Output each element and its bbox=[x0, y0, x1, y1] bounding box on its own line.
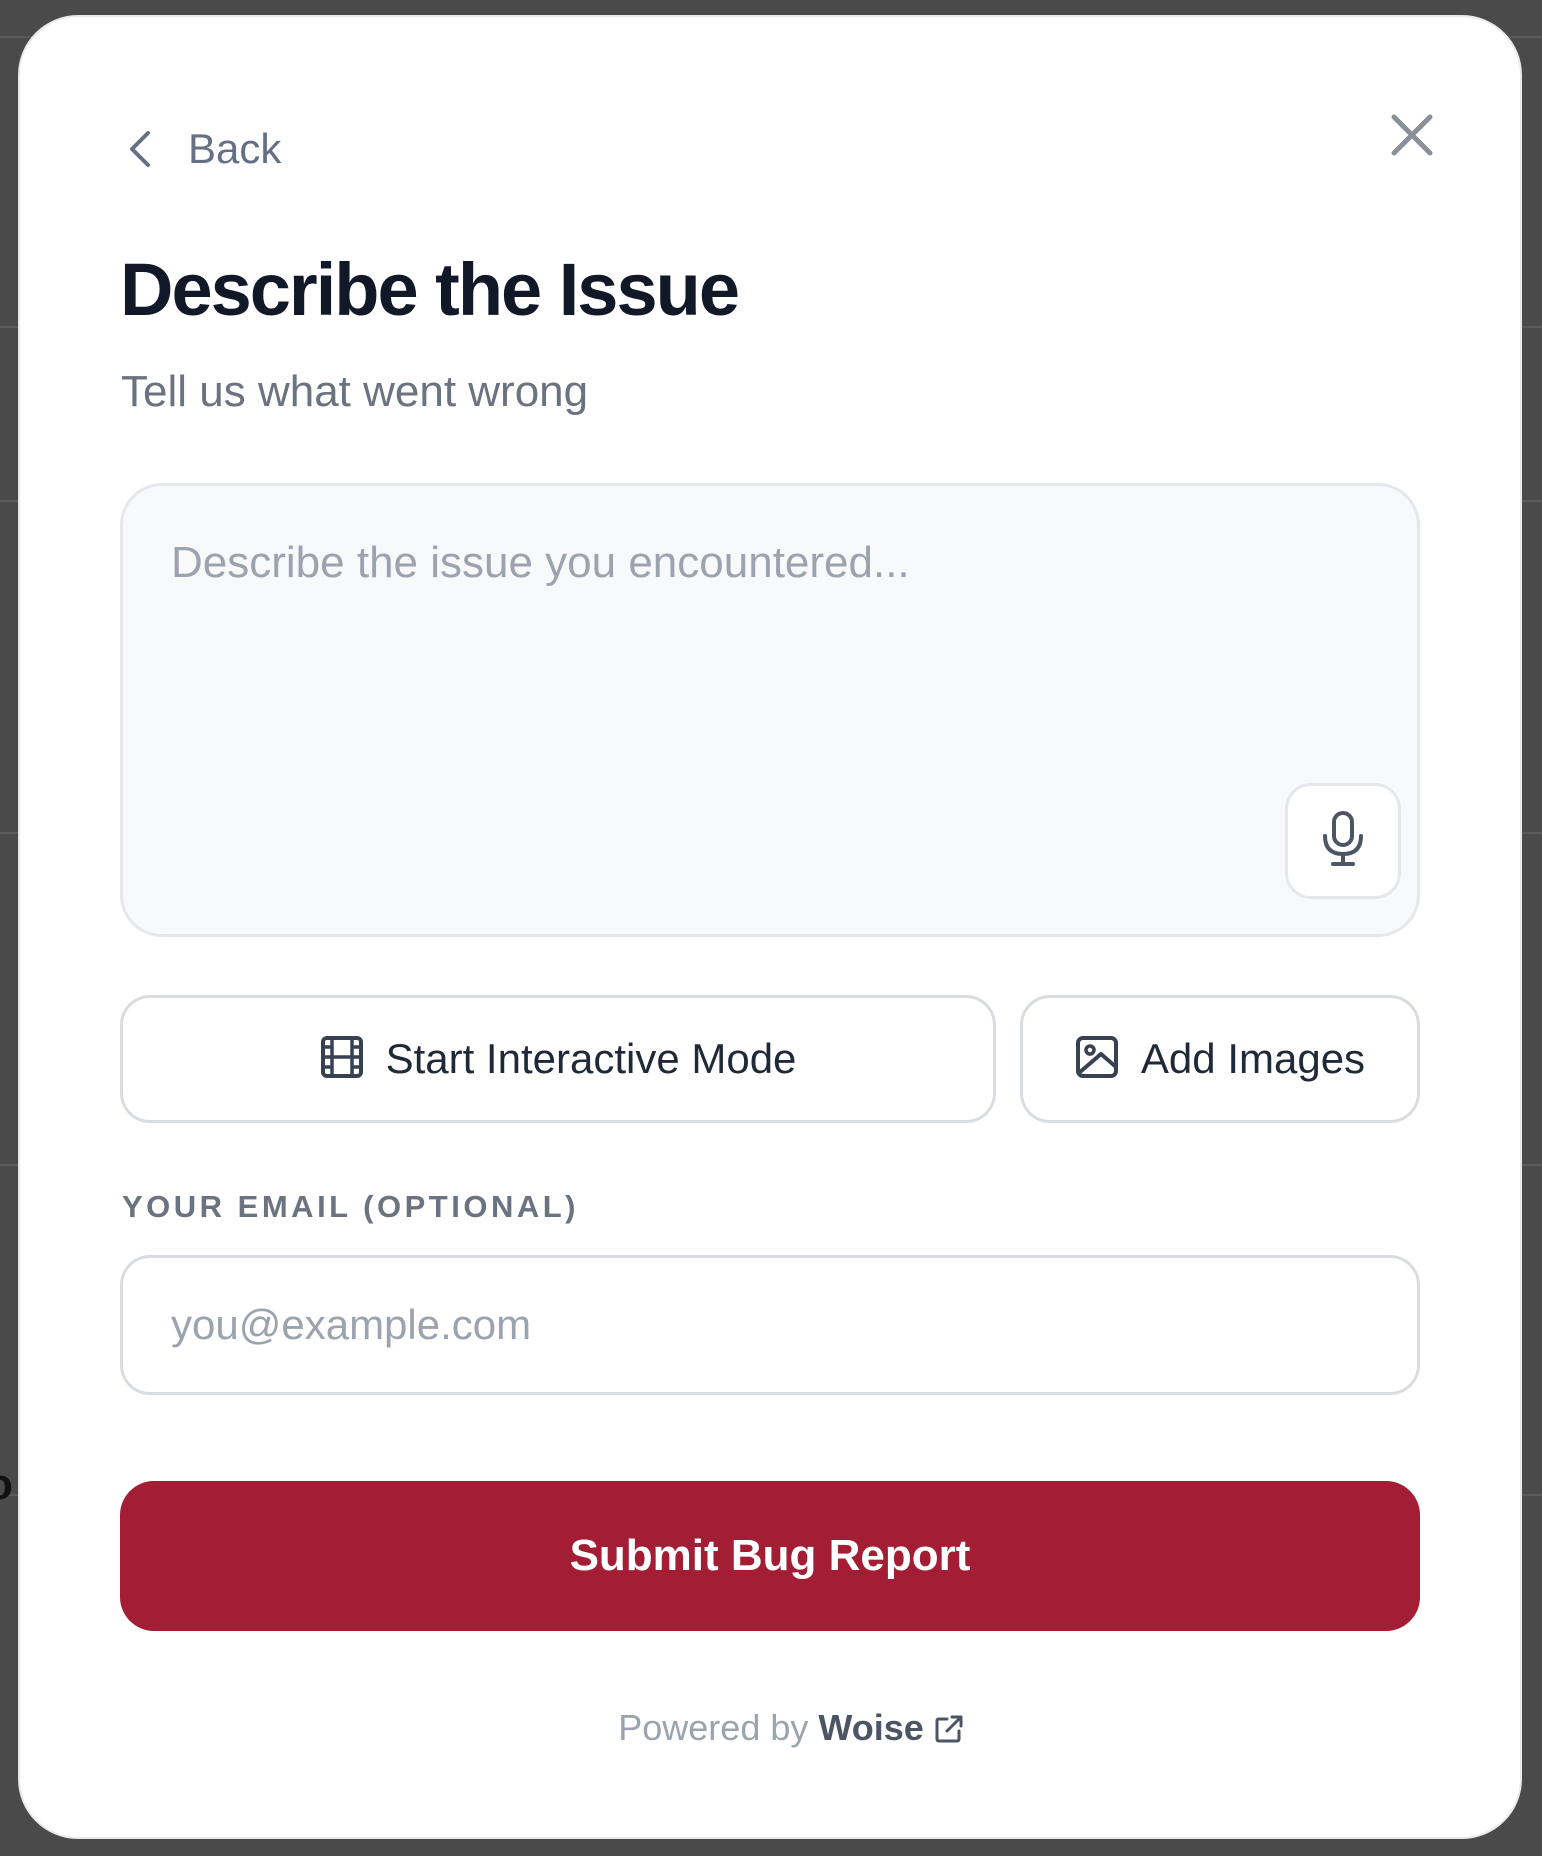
add-images-label: Add Images bbox=[1140, 1035, 1366, 1082]
start-interactive-mode-button[interactable]: Start Interactive Mode bbox=[120, 995, 996, 1123]
voice-input-button[interactable] bbox=[1285, 783, 1401, 899]
page-title: Describe the Issue bbox=[120, 248, 740, 331]
brand-link[interactable]: Woise bbox=[818, 1707, 923, 1748]
chevron-left-icon bbox=[126, 129, 154, 169]
external-link-icon bbox=[924, 1707, 964, 1748]
start-interactive-mode-label: Start Interactive Mode bbox=[385, 1035, 797, 1082]
submit-bug-report-button[interactable]: Submit Bug Report bbox=[120, 1481, 1420, 1631]
powered-by: Powered by Woise bbox=[20, 1707, 1542, 1749]
bug-report-modal: Back Describe the Issue Tell us what wen… bbox=[20, 17, 1520, 1837]
back-button[interactable]: Back bbox=[126, 125, 281, 173]
description-textarea[interactable] bbox=[171, 538, 1351, 778]
add-images-button[interactable]: Add Images bbox=[1020, 995, 1420, 1123]
close-button[interactable] bbox=[1384, 107, 1440, 163]
back-label: Back bbox=[188, 125, 282, 172]
email-input[interactable] bbox=[120, 1255, 1420, 1395]
description-field bbox=[120, 483, 1420, 937]
backdrop-text-fragment: o bbox=[0, 1460, 13, 1510]
close-icon bbox=[1384, 114, 1440, 167]
film-icon bbox=[320, 1035, 364, 1084]
email-label: YOUR EMAIL (OPTIONAL) bbox=[122, 1189, 579, 1224]
image-icon bbox=[1075, 1035, 1119, 1084]
powered-by-prefix: Powered by bbox=[618, 1707, 809, 1748]
microphone-icon bbox=[1319, 810, 1367, 873]
page-subtitle: Tell us what went wrong bbox=[121, 367, 589, 416]
